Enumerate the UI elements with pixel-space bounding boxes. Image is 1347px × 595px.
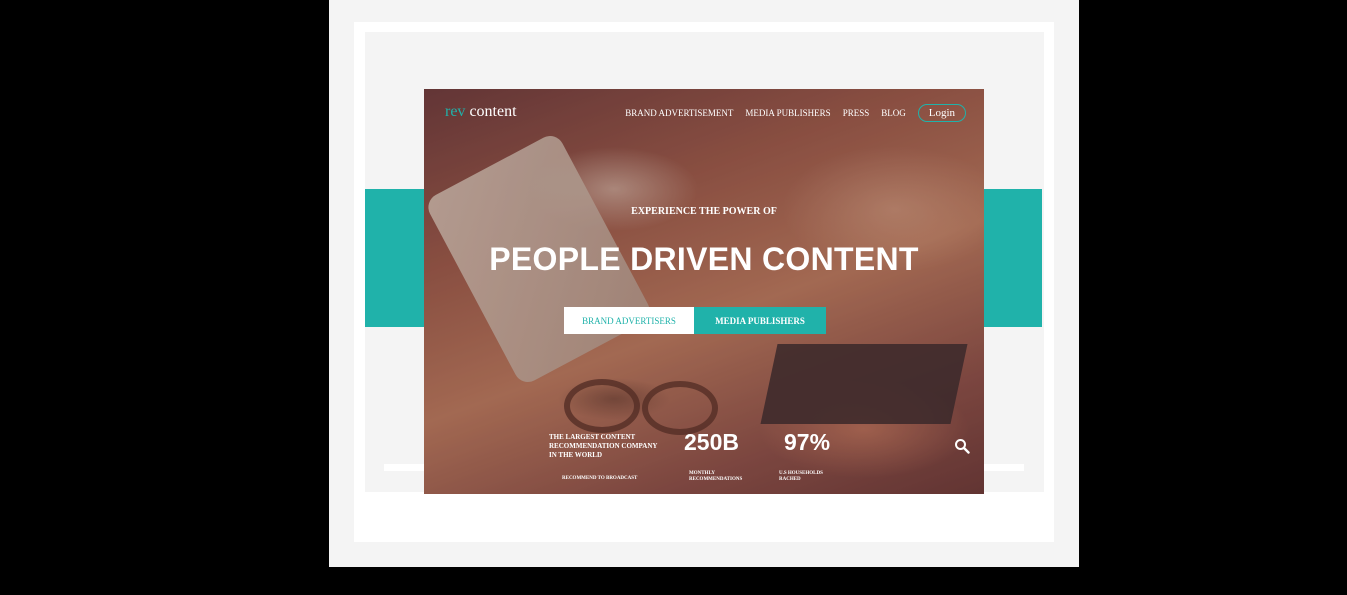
stat-monthly-value: 250B <box>684 429 739 455</box>
nav-brand-advertisement[interactable]: BRAND ADVERTISEMENT <box>625 108 733 118</box>
logo-rev: rev <box>445 103 466 120</box>
hero-section: rev content BRAND ADVERTISEMENT MEDIA PU… <box>424 89 984 494</box>
media-publishers-button[interactable]: MEDIA PUBLISHERS <box>694 307 826 334</box>
logo-content: content <box>469 103 517 120</box>
nav-media-publishers[interactable]: MEDIA PUBLISHERS <box>745 108 830 118</box>
top-nav: BRAND ADVERTISEMENT MEDIA PUBLISHERS PRE… <box>625 104 966 122</box>
nav-press[interactable]: PRESS <box>843 108 870 118</box>
hero-headline: PEOPLE DRIVEN CONTENT <box>489 241 919 277</box>
revcontent-logo[interactable]: rev content <box>445 103 517 121</box>
stats-description: THE LARGEST CONTENT RECOMMENDATION COMPA… <box>549 433 658 459</box>
search-icon[interactable] <box>954 438 970 454</box>
login-button[interactable]: Login <box>917 104 966 122</box>
recommend-link[interactable]: RECOMMEND TO BROADCAST <box>562 476 637 481</box>
brand-advertisers-button[interactable]: BRAND ADVERTISERS <box>564 307 694 334</box>
hero-cta-group: BRAND ADVERTISERS MEDIA PUBLISHERS <box>564 307 826 334</box>
nav-blog[interactable]: BLOG <box>881 108 906 118</box>
stat-monthly-caption: MONTHLY RECOMMENDATIONS <box>689 471 743 482</box>
hero-kicker: EXPERIENCE THE POWER OF <box>631 206 777 217</box>
stat-households-value: 97% <box>784 429 831 455</box>
stat-households-caption: U.S HOUSEHOLDS RACHED <box>779 471 823 482</box>
